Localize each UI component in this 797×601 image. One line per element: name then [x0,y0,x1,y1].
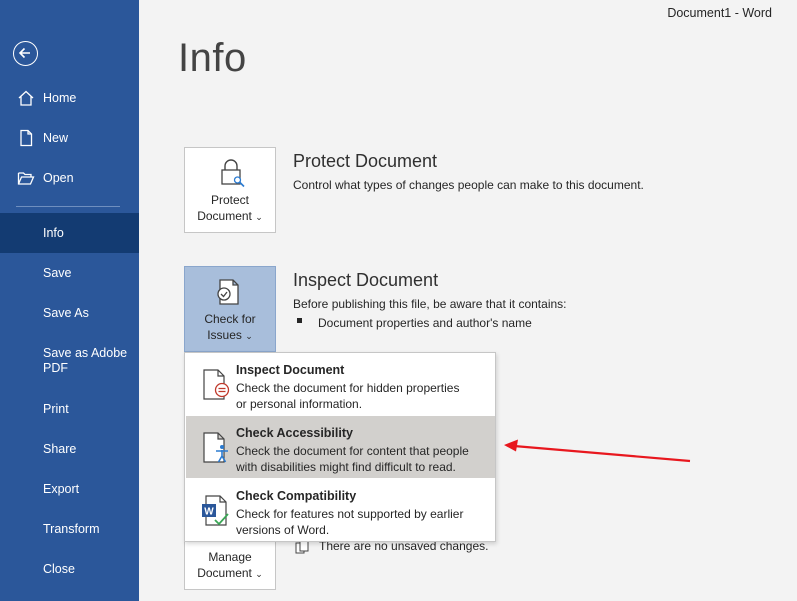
menu-item-title: Inspect Document [236,363,345,377]
menu-item-check-accessibility[interactable]: Check Accessibility Check the document f… [186,416,495,478]
tile-label-with-caret: Document ⌄ [197,209,263,223]
menu-item-title: Check Compatibility [236,489,357,503]
backstage-sidebar: Home New Open Info Save Save As Save as … [0,0,139,601]
sidebar-item-save[interactable]: Save [0,253,139,293]
folder-open-icon [17,172,35,185]
sidebar-item-label: New [43,131,69,145]
back-arrow-icon [18,47,30,59]
chevron-down-icon: ⌄ [255,212,263,222]
inspect-document-description: Before publishing this file, be aware th… [293,297,567,311]
sidebar-item-label: Open [43,171,74,185]
sidebar-item-open[interactable]: Open [0,158,139,198]
tile-label-with-caret: Issues ⌄ [207,328,253,342]
svg-text:W: W [204,507,214,518]
inspect-document-icon [203,369,230,400]
word-compatibility-icon: W [202,495,229,526]
sidebar-item-label: Transform [43,522,100,536]
sidebar-item-label: Close [43,562,75,576]
check-for-issues-menu: Inspect Document Check the document for … [184,352,496,542]
sidebar-item-home[interactable]: Home [0,78,139,118]
menu-item-inspect-document[interactable]: Inspect Document Check the document for … [186,353,495,415]
menu-item-description: Check the document for hidden properties… [236,381,460,411]
tile-label: Check for [204,312,256,326]
tile-label: Manage [208,550,252,564]
protect-document-description: Control what types of changes people can… [293,178,644,192]
sidebar-item-share[interactable]: Share [0,429,139,469]
sidebar-item-info[interactable]: Info [0,213,139,253]
chevron-down-icon: ⌄ [245,331,253,341]
window-title: Document1 - Word [667,6,772,20]
accessibility-icon [203,432,228,463]
sidebar-item-label: Print [43,402,69,416]
sidebar-item-label: Export [43,482,80,496]
sidebar-item-export[interactable]: Export [0,469,139,509]
sidebar-item-label: Share [43,442,77,456]
tile-label-with-caret: Document ⌄ [197,566,263,580]
protect-document-button[interactable]: Protect Document ⌄ [184,147,276,233]
inspect-document-title: Inspect Document [293,270,439,290]
inspect-bullet-text: Document properties and author's name [318,316,532,330]
sidebar-item-close[interactable]: Close [0,549,139,589]
page-title: Info [178,36,247,80]
menu-item-title: Check Accessibility [236,426,353,440]
menu-item-check-compatibility[interactable]: W Check Compatibility Check for features… [186,479,495,541]
sidebar-item-label: Save As [43,306,89,320]
sidebar-item-label: Save as Adobe PDF [43,346,128,375]
new-document-icon [20,129,33,147]
home-icon [18,90,34,106]
check-for-issues-button[interactable]: Check for Issues ⌄ [184,266,276,352]
bullet [297,318,302,323]
sidebar-item-print[interactable]: Print [0,389,139,429]
back-arrow-button[interactable] [13,41,38,66]
annotation-arrow-icon [504,439,691,463]
document-check-icon [217,279,239,305]
sidebar-item-save-as-adobe-pdf[interactable]: Save as Adobe PDF [0,341,139,381]
versions-icon [295,540,309,554]
sidebar-item-transform[interactable]: Transform [0,509,139,549]
chevron-down-icon: ⌄ [255,569,263,579]
sidebar-item-save-as[interactable]: Save As [0,293,139,333]
menu-item-description: Check for features not supported by earl… [236,507,464,537]
sidebar-divider [16,206,120,207]
sidebar-item-label: Save [43,266,72,280]
menu-item-description: Check the document for content that peop… [236,444,469,474]
protect-document-title: Protect Document [293,151,438,171]
sidebar-item-new[interactable]: New [0,118,139,158]
lock-key-icon [221,159,245,188]
sidebar-item-label: Home [43,91,77,105]
tile-label: Protect [210,193,249,207]
sidebar-item-label: Info [43,226,64,240]
